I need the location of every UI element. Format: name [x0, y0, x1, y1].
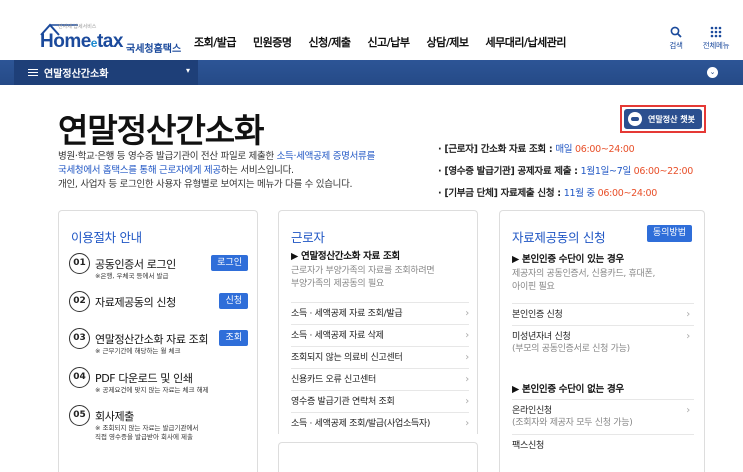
hometax-logo[interactable]: 전자세 납세서비스 Homeetax 국세청홈택스: [40, 22, 182, 55]
menu-bar: 연말정산간소화 ▾ ⌄: [0, 60, 743, 85]
chatbot-button[interactable]: 연말정산 챗봇: [620, 105, 706, 133]
chevron-right-icon: ›: [465, 352, 469, 363]
step-consent: 02 자료제공동의 신청 신청: [69, 291, 254, 323]
chevron-right-icon: ›: [465, 308, 469, 319]
consent-section-without-auth: ▶ 본인인증 수단이 없는 경우: [512, 384, 624, 395]
all-menu-label: 전체메뉴: [702, 41, 730, 50]
step-pdf-download: 04 PDF 다운로드 및 인쇄 ※ 공제요건에 맞지 않는 자료는 체크 해제: [69, 367, 254, 399]
dropdown-arrow-icon: ▾: [185, 66, 190, 75]
consent-section-with-auth: ▶ 본인인증 수단이 있는 경우: [512, 254, 624, 265]
inquiry-button[interactable]: 조회: [219, 330, 248, 346]
menu-deduction-delete[interactable]: 소득 · 세액공제 자료 삭제 ›: [291, 324, 469, 346]
consent-title: 자료제공동의 신청: [512, 230, 606, 245]
fax-apply[interactable]: 팩스신청: [512, 434, 694, 456]
step-company-submit: 05 회사제출 ※ 조회되지 않는 자료는 발급기관에서 직접 영수증을 발급받…: [69, 405, 254, 449]
usage-guide-title: 이용절차 안내: [71, 230, 142, 245]
worker-card: 근로자 ▶ 연말정산간소화 자료 조회 근로자가 부양가족의 자료를 조회하려면…: [278, 210, 478, 434]
chevron-right-icon: ›: [465, 374, 469, 385]
menu-card-error-report[interactable]: 신용카드 오류 신고센터 ›: [291, 368, 469, 390]
online-apply[interactable]: 온라인신청 (조회자와 제공자 모두 신청 가능) ›: [512, 399, 694, 435]
worker-desc: 근로자가 부양가족의 자료를 조회하려면 부양가족의 제공동의 필요: [291, 266, 435, 289]
search-icon: [670, 26, 682, 38]
worker-title: 근로자: [291, 230, 325, 245]
chatbot-icon: [628, 112, 642, 126]
search-button[interactable]: 검색: [663, 26, 689, 51]
hamburger-icon: [28, 69, 38, 76]
nav-report-payment[interactable]: 신고/납부: [367, 34, 410, 50]
nav-application-submission[interactable]: 신청/제출: [308, 34, 351, 50]
nav-civil-certificate[interactable]: 민원증명: [253, 34, 292, 50]
page-title: 연말정산간소화: [58, 111, 265, 150]
chevron-right-icon: ›: [686, 309, 690, 320]
logo-text: Homeetax: [40, 31, 123, 52]
chevron-right-icon: ›: [465, 330, 469, 341]
global-nav: 조회/발급 민원증명 신청/제출 신고/납부 상담/제보 세무대리/납세관리: [194, 34, 583, 50]
chevron-right-icon: ›: [465, 418, 469, 429]
step-login: 01 공동인증서 로그인 ※은행, 우체국 등에서 발급 로그인: [69, 253, 254, 285]
minor-child-apply[interactable]: 미성년자녀 신청 (부모의 공동인증서로 신청 가능) ›: [512, 325, 694, 361]
worker-section-heading: ▶ 연말정산간소화 자료 조회: [291, 251, 400, 262]
grid-menu-icon: [710, 26, 722, 38]
chevron-right-icon: ›: [686, 405, 690, 416]
logo-tagline: 전자세 납세서비스: [58, 24, 97, 30]
step-inquiry: 03 연말정산간소화 자료 조회 ※ 근무기간에 해당하는 월 체크 조회: [69, 328, 254, 360]
worker-next-card: [278, 442, 478, 472]
login-button[interactable]: 로그인: [211, 255, 248, 271]
apply-button[interactable]: 신청: [219, 293, 248, 309]
header: 전자세 납세서비스 Homeetax 국세청홈택스 조회/발급 민원증명 신청/…: [0, 0, 743, 60]
chevron-right-icon: ›: [465, 396, 469, 407]
menu-deduction-inquiry[interactable]: 소득 · 세액공제 자료 조회/발급 ›: [291, 302, 469, 324]
schedule-info: · [근로자] 간소화 자료 조회 : 매일 06:00~24:00 · [영수…: [438, 144, 694, 199]
nav-tax-agent[interactable]: 세무대리/납세관리: [485, 34, 566, 50]
page-intro: 병원·학교·은행 등 영수증 발급기관이 전산 파일로 제출한 소득·세액공제 …: [58, 151, 375, 190]
header-tools: 검색 전체메뉴: [663, 26, 730, 51]
nav-inquiry-issue[interactable]: 조회/발급: [194, 34, 237, 50]
hometax-page: 전자세 납세서비스 Homeetax 국세청홈택스 조회/발급 민원증명 신청/…: [0, 0, 743, 472]
logo-korean-name: 국세청홈택스: [126, 44, 182, 55]
menu-business-income[interactable]: 소득 · 세액공제 조회/발급(사업소득자) ›: [291, 412, 469, 434]
usage-guide-card: 이용절차 안내 01 공동인증서 로그인 ※은행, 우체국 등에서 발급 로그인…: [58, 210, 258, 472]
all-menu-button[interactable]: 전체메뉴: [702, 26, 730, 51]
self-auth-apply[interactable]: 본인인증 신청 ›: [512, 303, 694, 325]
chatbot-label: 연말정산 챗봇: [648, 114, 695, 124]
chevron-right-icon: ›: [686, 331, 690, 342]
menu-medical-report[interactable]: 조회되지 않는 의료비 신고센터 ›: [291, 346, 469, 368]
nav-consult-report[interactable]: 상담/제보: [426, 34, 469, 50]
consent-desc: 제공자의 공동인증서, 신용카드, 휴대폰, 아이핀 필요: [512, 269, 656, 292]
current-menu-selector[interactable]: 연말정산간소화 ▾: [14, 60, 198, 85]
search-label: 검색: [669, 41, 683, 50]
menu-issuer-contact[interactable]: 영수증 발급기관 연락처 조회 ›: [291, 390, 469, 412]
consent-card: 자료제공동의 신청 동의방법 ▶ 본인인증 수단이 있는 경우 제공자의 공동인…: [499, 210, 705, 472]
menu-toggle-icon[interactable]: ⌄: [707, 67, 718, 78]
consent-method-button[interactable]: 동의방법: [646, 225, 692, 242]
current-menu-label: 연말정산간소화: [44, 69, 109, 80]
